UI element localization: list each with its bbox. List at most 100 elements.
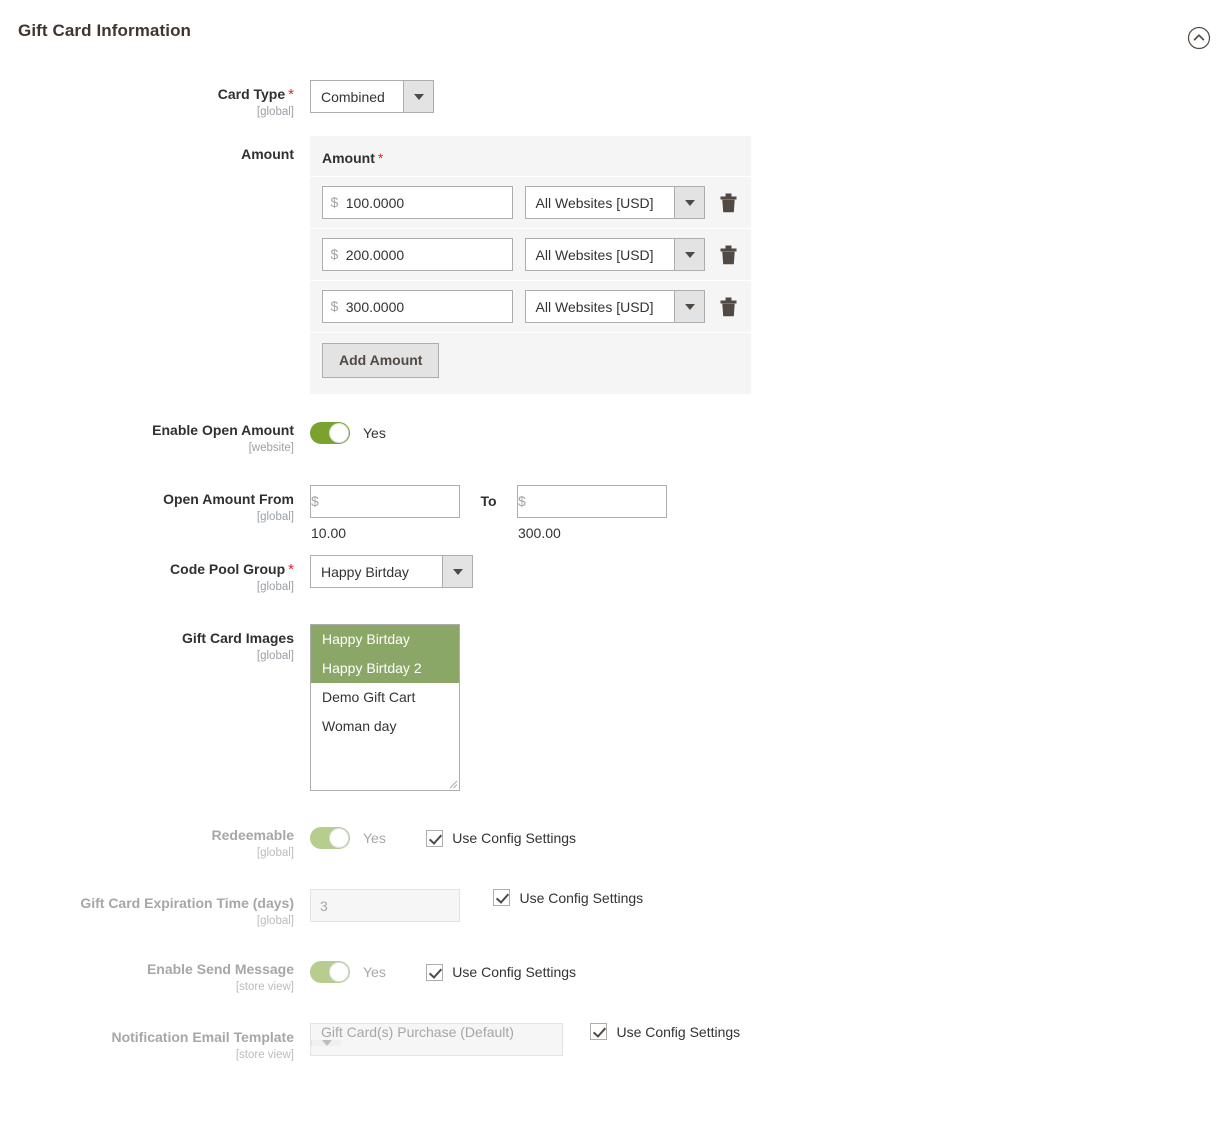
required-indicator: * xyxy=(288,86,294,103)
scope-enable-send-message: [store view] xyxy=(235,981,294,993)
scope-card-type: [global] xyxy=(256,106,294,118)
expiration-time-use-config-label: Use Config Settings xyxy=(519,889,644,906)
amount-panel-header: Amount * xyxy=(310,136,751,176)
enable-open-amount-state: Yes xyxy=(363,425,386,441)
label-card-type: Card Type * [global] xyxy=(0,78,310,120)
currency-symbol: $ xyxy=(517,493,526,509)
chevron-down-icon xyxy=(674,291,705,322)
resize-grip-icon[interactable] xyxy=(446,777,458,789)
open-amount-from-value[interactable] xyxy=(311,517,459,548)
field-code-pool-group: Code Pool Group * [global] Happy Birtday xyxy=(0,553,1228,595)
amount-value-2[interactable] xyxy=(345,239,512,270)
chevron-down-icon xyxy=(442,556,472,587)
gift-card-form: Card Type * [global] Combined Amount Amou… xyxy=(0,62,1228,1063)
label-redeemable-text: Redeemable xyxy=(211,827,294,843)
label-amount: Amount xyxy=(0,134,310,163)
trash-icon[interactable] xyxy=(717,242,739,268)
chevron-down-icon xyxy=(403,81,433,112)
add-amount-button[interactable]: Add Amount xyxy=(322,343,440,378)
expiration-time-use-config-checkbox[interactable] xyxy=(493,889,511,907)
label-notification-email-template-text: Notification Email Template xyxy=(111,1029,294,1045)
field-expiration-time: Gift Card Expiration Time (days) [global… xyxy=(0,887,1228,929)
amount-panel-header-text: Amount xyxy=(322,150,375,166)
list-item[interactable]: Woman day xyxy=(311,712,459,741)
notification-email-template-use-config-label: Use Config Settings xyxy=(616,1023,741,1040)
redeemable-use-config-label: Use Config Settings xyxy=(452,830,577,846)
trash-icon[interactable] xyxy=(717,190,739,216)
label-expiration-time: Gift Card Expiration Time (days) [global… xyxy=(0,887,310,929)
field-open-amount-range: Open Amount From [global] $ To $ xyxy=(0,483,1228,548)
page-title: Gift Card Information xyxy=(18,21,192,40)
chevron-up-circle-icon[interactable] xyxy=(1187,26,1211,50)
notification-email-template-use-config-checkbox[interactable] xyxy=(590,1023,608,1041)
code-pool-group-select[interactable]: Happy Birtday xyxy=(310,555,473,588)
currency-symbol: $ xyxy=(330,246,339,262)
label-amount-text: Amount xyxy=(241,146,294,162)
label-code-pool-group: Code Pool Group * [global] xyxy=(0,553,310,595)
required-indicator: * xyxy=(377,150,384,166)
amount-website-value-1: All Websites [USD] xyxy=(535,194,654,211)
scope-enable-open-amount: [website] xyxy=(248,442,294,454)
scope-redeemable: [global] xyxy=(256,847,294,859)
amount-website-select-2[interactable]: All Websites [USD] xyxy=(524,238,706,271)
enable-send-message-use-config-checkbox[interactable] xyxy=(426,963,444,981)
label-open-amount-from-text: Open Amount From xyxy=(163,491,294,507)
redeemable-state: Yes xyxy=(363,830,386,846)
enable-send-message-toggle xyxy=(310,961,350,983)
currency-symbol: $ xyxy=(311,493,319,509)
label-code-pool-group-text: Code Pool Group xyxy=(170,561,286,577)
label-redeemable: Redeemable [global] xyxy=(0,821,310,861)
table-row: $ All Websites [USD] xyxy=(310,280,751,332)
required-indicator: * xyxy=(288,561,294,578)
chevron-down-icon xyxy=(674,239,705,270)
label-notification-email-template: Notification Email Template [store view] xyxy=(0,1021,310,1063)
trash-icon[interactable] xyxy=(717,294,739,320)
scope-open-amount-from: [global] xyxy=(256,511,294,523)
scope-gift-card-images: [global] xyxy=(256,650,294,662)
section-header: Gift Card Information xyxy=(0,0,1228,62)
table-row: $ All Websites [USD] xyxy=(310,176,751,228)
amount-input-2[interactable]: $ xyxy=(322,238,513,271)
enable-open-amount-toggle[interactable] xyxy=(310,422,350,444)
amount-value-3[interactable] xyxy=(345,291,512,322)
label-enable-open-amount-text: Enable Open Amount xyxy=(152,422,294,438)
amount-input-3[interactable]: $ xyxy=(322,290,513,323)
amount-website-value-3: All Websites [USD] xyxy=(535,298,654,315)
currency-symbol: $ xyxy=(330,298,339,314)
toggle-knob xyxy=(329,828,349,848)
label-enable-send-message-text: Enable Send Message xyxy=(146,961,294,977)
amount-value-1[interactable] xyxy=(345,187,512,218)
card-type-select[interactable]: Combined xyxy=(310,80,434,113)
open-amount-to-value[interactable] xyxy=(517,517,666,548)
field-gift-card-images: Gift Card Images [global] Happy Birtday … xyxy=(0,622,1228,791)
field-enable-open-amount: Enable Open Amount [website] Yes xyxy=(0,416,1228,456)
list-item[interactable]: Demo Gift Cart xyxy=(311,683,459,712)
label-expiration-time-text: Gift Card Expiration Time (days) xyxy=(80,895,294,911)
scope-notification-email-template: [store view] xyxy=(235,1049,294,1061)
notification-email-template-select: Gift Card(s) Purchase (Default) xyxy=(310,1023,563,1056)
redeemable-use-config-checkbox[interactable] xyxy=(426,829,444,847)
label-enable-open-amount: Enable Open Amount [website] xyxy=(0,416,310,456)
toggle-knob xyxy=(329,962,349,982)
scope-expiration-time: [global] xyxy=(256,915,294,927)
currency-symbol: $ xyxy=(330,194,339,210)
toggle-knob xyxy=(329,423,349,443)
amount-input-1[interactable]: $ xyxy=(322,186,513,219)
amount-panel: Amount* $ All Websites [USD] xyxy=(310,136,751,394)
chevron-down-icon xyxy=(311,1040,341,1046)
enable-send-message-state: Yes xyxy=(363,964,386,980)
enable-send-message-use-config-label: Use Config Settings xyxy=(452,964,577,980)
list-item[interactable]: Happy Birtday xyxy=(311,625,459,654)
amount-website-select-1[interactable]: All Websites [USD] xyxy=(524,186,706,219)
open-amount-to-label: To xyxy=(480,493,497,509)
list-item[interactable]: Happy Birtday 2 xyxy=(311,654,459,683)
field-notification-email-template: Notification Email Template [store view]… xyxy=(0,1021,1228,1063)
amount-website-select-3[interactable]: All Websites [USD] xyxy=(524,290,706,323)
label-card-type-text: Card Type xyxy=(217,86,286,102)
card-type-value: Combined xyxy=(321,88,385,105)
open-amount-to-input[interactable]: $ xyxy=(516,485,667,548)
gift-card-images-multiselect[interactable]: Happy Birtday Happy Birtday 2 Demo Gift … xyxy=(310,624,460,791)
chevron-down-icon xyxy=(674,187,705,218)
open-amount-from-input[interactable]: $ xyxy=(310,485,460,548)
field-redeemable: Redeemable [global] Yes Use Config Setti… xyxy=(0,821,1228,861)
